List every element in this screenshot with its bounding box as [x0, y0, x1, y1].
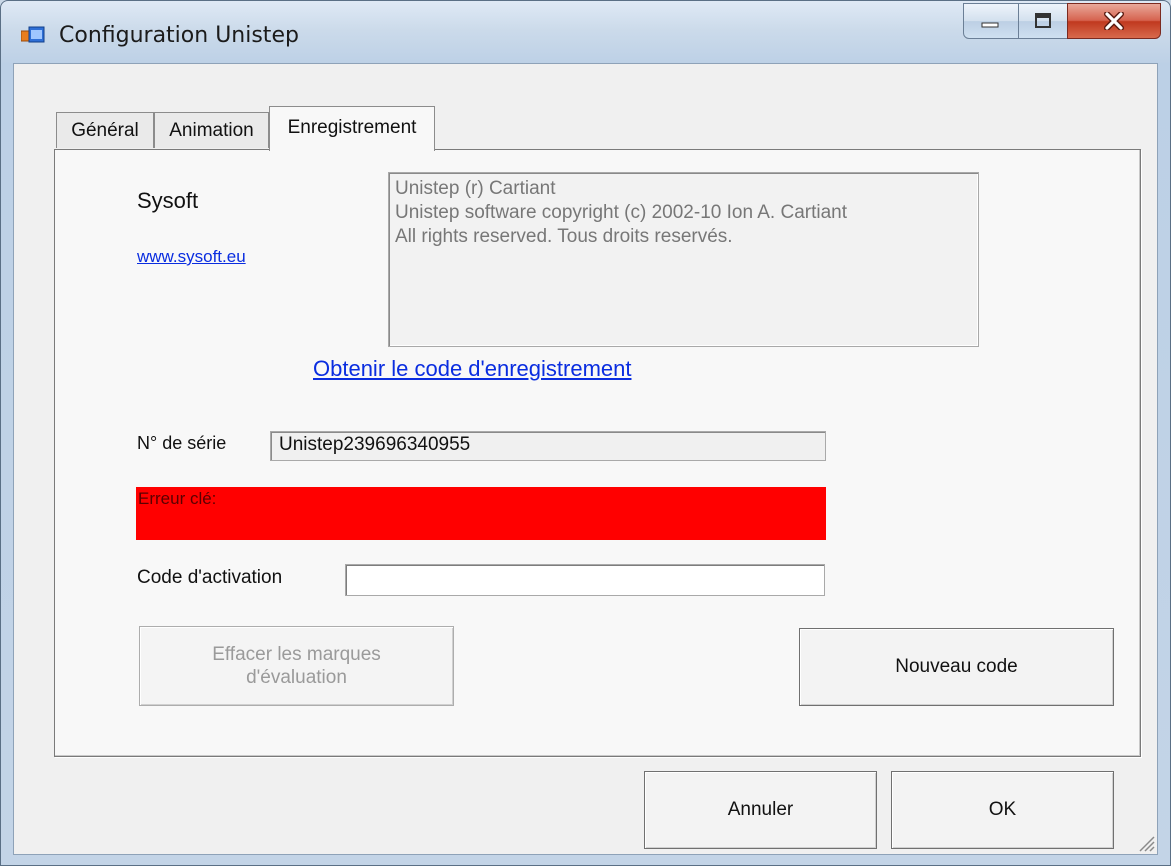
- copyright-textbox[interactable]: Unistep (r) Cartiant Unistep software co…: [388, 172, 979, 347]
- title-bar[interactable]: Configuration Unistep: [1, 1, 1170, 63]
- clear-trial-marks-button[interactable]: Effacer les marques d'évaluation: [139, 626, 454, 706]
- serial-number-field[interactable]: Unistep239696340955: [270, 431, 826, 461]
- config-window: Configuration Unistep Général Animation: [0, 0, 1171, 866]
- info-line: All rights reserved. Tous droits reservé…: [395, 226, 733, 247]
- activation-label: Code d'activation: [137, 567, 283, 588]
- minimize-icon: [981, 22, 999, 28]
- tab-label: Animation: [169, 119, 254, 141]
- maximize-icon: [1035, 13, 1051, 28]
- tab-label: Général: [71, 119, 139, 141]
- activation-code-input[interactable]: [345, 564, 825, 596]
- button-label: OK: [988, 799, 1017, 820]
- app-icon: [21, 26, 45, 43]
- company-name: Sysoft: [137, 188, 199, 213]
- serial-label: N° de série: [137, 433, 227, 453]
- dialog-body: Général Animation Enregistrement Sysoft …: [13, 63, 1158, 855]
- minimize-button[interactable]: [963, 3, 1019, 39]
- get-registration-code-link[interactable]: Obtenir le code d'enregistrement: [313, 356, 631, 382]
- tab-enregistrement[interactable]: Enregistrement: [269, 106, 435, 151]
- resize-grip-icon[interactable]: [1135, 832, 1155, 852]
- maximize-button[interactable]: [1018, 3, 1068, 39]
- button-label: Nouveau code: [895, 656, 1018, 677]
- registration-panel: Sysoft www.sysoft.eu Unistep (r) Cartian…: [54, 149, 1141, 757]
- error-message: Erreur clé:: [136, 487, 826, 540]
- tab-animation[interactable]: Animation: [154, 112, 269, 148]
- ok-button[interactable]: OK: [891, 771, 1114, 849]
- button-label: Annuler: [727, 799, 794, 820]
- website-link[interactable]: www.sysoft.eu: [137, 247, 246, 267]
- close-icon: [1104, 12, 1124, 30]
- tab-label: Enregistrement: [287, 117, 417, 138]
- new-code-button[interactable]: Nouveau code: [799, 628, 1114, 706]
- tab-general[interactable]: Général: [56, 112, 154, 148]
- close-button[interactable]: [1067, 3, 1161, 39]
- button-label: Effacer les marques d'évaluation: [212, 644, 381, 688]
- info-line: Unistep software copyright (c) 2002-10 I…: [395, 202, 848, 223]
- window-title: Configuration Unistep: [59, 23, 299, 48]
- info-line: Unistep (r) Cartiant: [395, 178, 556, 199]
- cancel-button[interactable]: Annuler: [644, 771, 877, 849]
